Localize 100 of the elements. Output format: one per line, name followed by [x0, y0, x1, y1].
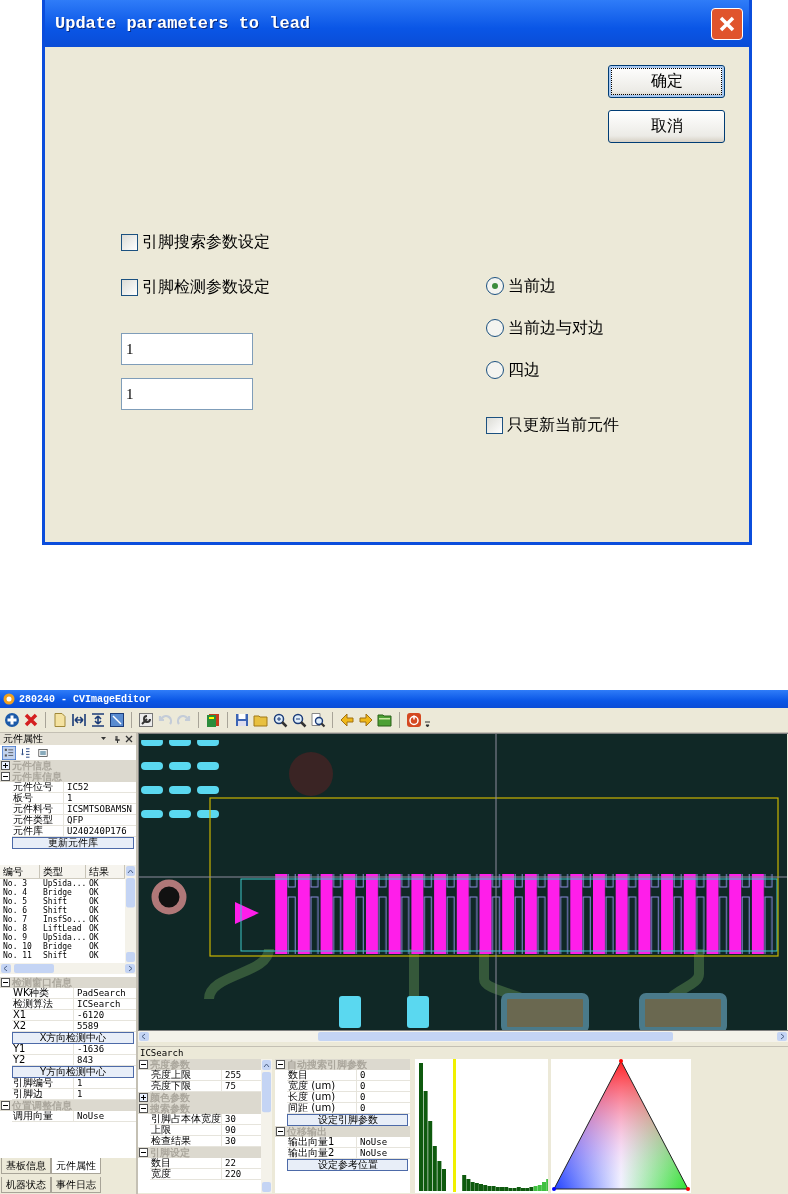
settings-icon[interactable] — [138, 712, 154, 728]
panel-button[interactable]: Y方向检测中心 — [12, 1066, 134, 1078]
property-value[interactable]: ICSMTSOBAMSN — [64, 804, 136, 814]
minus-box-icon[interactable] — [139, 1148, 148, 1157]
arrow-right-icon[interactable] — [358, 712, 374, 728]
power-icon[interactable] — [406, 712, 422, 728]
vertical-scrollbar[interactable] — [261, 1059, 272, 1193]
tab[interactable]: 机器状态 — [1, 1177, 51, 1193]
property-value[interactable]: QFP — [64, 815, 136, 825]
property-value[interactable]: 75 — [222, 1081, 261, 1091]
property-name: X2 — [12, 1021, 74, 1031]
property-value[interactable]: NoUse — [357, 1137, 410, 1147]
folder-icon[interactable] — [377, 712, 393, 728]
text-field[interactable]: 1 — [121, 333, 253, 365]
plus-icon[interactable] — [4, 712, 20, 728]
minus-box-icon[interactable] — [276, 1127, 285, 1136]
plus-box-icon[interactable] — [1, 761, 10, 770]
fit-width-icon[interactable] — [71, 712, 87, 728]
table-cell-text: Shift — [42, 951, 68, 960]
zoom-in-icon[interactable] — [272, 712, 288, 728]
panel-button[interactable]: 更新元件库 — [12, 837, 134, 849]
property-value[interactable]: 1 — [64, 793, 136, 803]
window-title: 280240 - CVImageEditor — [19, 693, 152, 705]
property-value[interactable]: PadSearch — [74, 988, 136, 998]
property-value[interactable]: 220 — [222, 1169, 261, 1179]
property-value[interactable]: 90 — [222, 1125, 261, 1135]
property-value[interactable]: -6120 — [74, 1010, 136, 1020]
property-value[interactable]: 5589 — [74, 1021, 136, 1031]
property-name: 数目 — [287, 1070, 357, 1080]
fit-height-icon[interactable] — [90, 712, 106, 728]
property-value[interactable]: 30 — [222, 1136, 261, 1146]
minus-box-icon[interactable] — [1, 772, 10, 781]
property-value[interactable]: U240240P176 — [64, 826, 136, 836]
property-name: 元件类型 — [12, 815, 64, 825]
minus-box-icon[interactable] — [276, 1060, 285, 1069]
property-name: 检查结果 — [150, 1136, 222, 1146]
property-value[interactable]: NoUse — [357, 1148, 410, 1158]
arrow-left-icon[interactable] — [339, 712, 355, 728]
table-cell-text: OK — [88, 879, 100, 888]
table-cell-text: No. 7 — [2, 915, 29, 924]
property-value[interactable]: 255 — [222, 1070, 261, 1080]
minus-box-icon[interactable] — [1, 978, 10, 987]
checkbox[interactable] — [121, 278, 138, 296]
tab[interactable]: 基板信息 — [1, 1158, 51, 1174]
property-value[interactable]: 1 — [74, 1078, 136, 1088]
close-icon[interactable] — [23, 712, 39, 728]
zoom-page-icon[interactable] — [310, 712, 326, 728]
radio-button[interactable] — [486, 277, 504, 295]
horizontal-scrollbar[interactable] — [0, 963, 136, 974]
picture-frame-icon[interactable] — [109, 712, 125, 728]
checkbox-label: 引脚检测参数设定 — [142, 276, 270, 298]
categorized-icon[interactable] — [2, 745, 16, 760]
property-value[interactable]: -1636 — [74, 1044, 136, 1054]
table-cell-text: Bridge — [42, 888, 72, 897]
plus-box-icon[interactable] — [139, 1093, 148, 1102]
panel-title: ICSearch — [140, 1048, 184, 1058]
property-name: 板号 — [12, 793, 64, 803]
zoom-out-icon[interactable] — [291, 712, 307, 728]
vertical-scrollbar[interactable] — [125, 865, 136, 963]
close-button[interactable] — [711, 7, 743, 40]
column-header[interactable]: 编号 — [0, 865, 40, 878]
overflow-icon[interactable] — [425, 720, 430, 728]
checkbox[interactable] — [121, 233, 138, 251]
panel-controls-icon[interactable] — [99, 735, 133, 743]
checkbox[interactable] — [486, 416, 503, 434]
dialog-button[interactable]: 取消 — [608, 110, 725, 143]
property-name: 输出向量1 — [287, 1137, 357, 1147]
property-value[interactable]: 22 — [222, 1158, 261, 1168]
property-value[interactable]: ICSearch — [74, 999, 136, 1009]
minus-box-icon[interactable] — [139, 1060, 148, 1069]
table-cell-text: No. 5 — [2, 897, 29, 906]
property-value[interactable]: 0 — [357, 1081, 410, 1091]
property-value[interactable]: 0 — [357, 1092, 410, 1102]
property-value[interactable]: 0 — [357, 1103, 410, 1113]
minus-box-icon[interactable] — [1, 1101, 10, 1110]
sort-icon[interactable] — [19, 745, 33, 760]
property-value[interactable]: IC52 — [64, 782, 136, 792]
dialog-button[interactable]: 确定 — [608, 65, 725, 98]
radio-button[interactable] — [486, 319, 504, 337]
property-value[interactable]: NoUse — [74, 1111, 136, 1121]
save-icon[interactable] — [234, 712, 250, 728]
column-header[interactable]: 类型 — [40, 865, 86, 878]
horizontal-scrollbar[interactable] — [138, 1031, 788, 1042]
minus-box-icon[interactable] — [139, 1104, 148, 1113]
property-value[interactable]: 1 — [74, 1089, 136, 1099]
property-value[interactable]: 0 — [357, 1070, 410, 1080]
panel-button[interactable]: X方向检测中心 — [12, 1032, 134, 1044]
table-cell-text: No. 4 — [2, 888, 29, 897]
text-field[interactable]: 1 — [121, 378, 253, 410]
tab[interactable]: 元件属性 — [51, 1158, 101, 1174]
panel-button[interactable]: 设定引脚参数 — [287, 1114, 408, 1126]
radio-button[interactable] — [486, 361, 504, 379]
book-icon[interactable] — [205, 712, 221, 728]
radio-label: 当前边与对边 — [508, 317, 604, 339]
table-cell-text: No. 10 — [2, 942, 33, 951]
panel-button[interactable]: 设定参考位置 — [287, 1159, 408, 1171]
property-value[interactable]: 30 — [222, 1114, 261, 1124]
tab[interactable]: 事件日志 — [51, 1177, 101, 1193]
property-name: 输出向量2 — [287, 1148, 357, 1158]
property-value[interactable]: 843 — [74, 1055, 136, 1065]
